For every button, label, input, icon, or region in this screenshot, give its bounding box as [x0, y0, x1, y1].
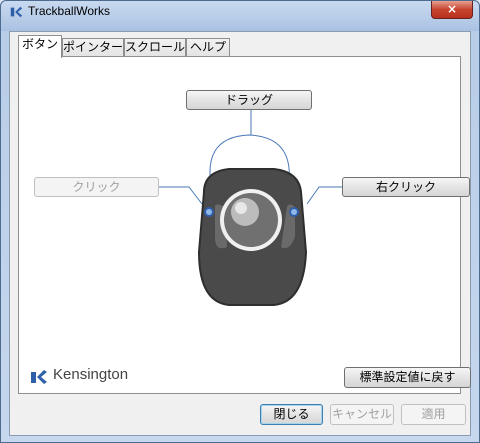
- app-icon: [10, 6, 23, 18]
- right-button-dot: [289, 207, 299, 217]
- right-click-connector-line: [306, 186, 342, 205]
- kensington-brand-text: Kensington: [53, 366, 129, 383]
- tab-scroll[interactable]: スクロール: [124, 38, 186, 57]
- restore-defaults-button[interactable]: 標準設定値に戻す: [344, 367, 471, 388]
- close-button[interactable]: 閉じる: [260, 404, 323, 425]
- close-window-button[interactable]: ×: [431, 1, 473, 19]
- kensington-logo-icon: [31, 370, 47, 384]
- tab-help[interactable]: ヘルプ: [186, 38, 230, 57]
- tab-pointer[interactable]: ポインター: [62, 38, 124, 57]
- app-window: TrackballWorks × ボタン ポインター スクロール ヘルプ ドラッ…: [0, 0, 480, 443]
- tab-buttons[interactable]: ボタン: [18, 35, 62, 58]
- buttons-panel: ドラッグ クリック 右クリック Kensington 標準設定値に戻す: [18, 56, 471, 394]
- click-connector-line: [159, 186, 203, 205]
- trackball-diagram: [31, 110, 342, 384]
- window-title: TrackballWorks: [28, 4, 111, 18]
- dialog-body: ボタン ポインター スクロール ヘルプ ドラッグ クリック 右クリック Kens…: [9, 31, 471, 436]
- cancel-button[interactable]: キャンセル: [330, 404, 394, 425]
- left-button-dot: [204, 207, 214, 217]
- title-bar[interactable]: TrackballWorks ×: [1, 1, 479, 23]
- apply-button[interactable]: 適用: [401, 404, 466, 425]
